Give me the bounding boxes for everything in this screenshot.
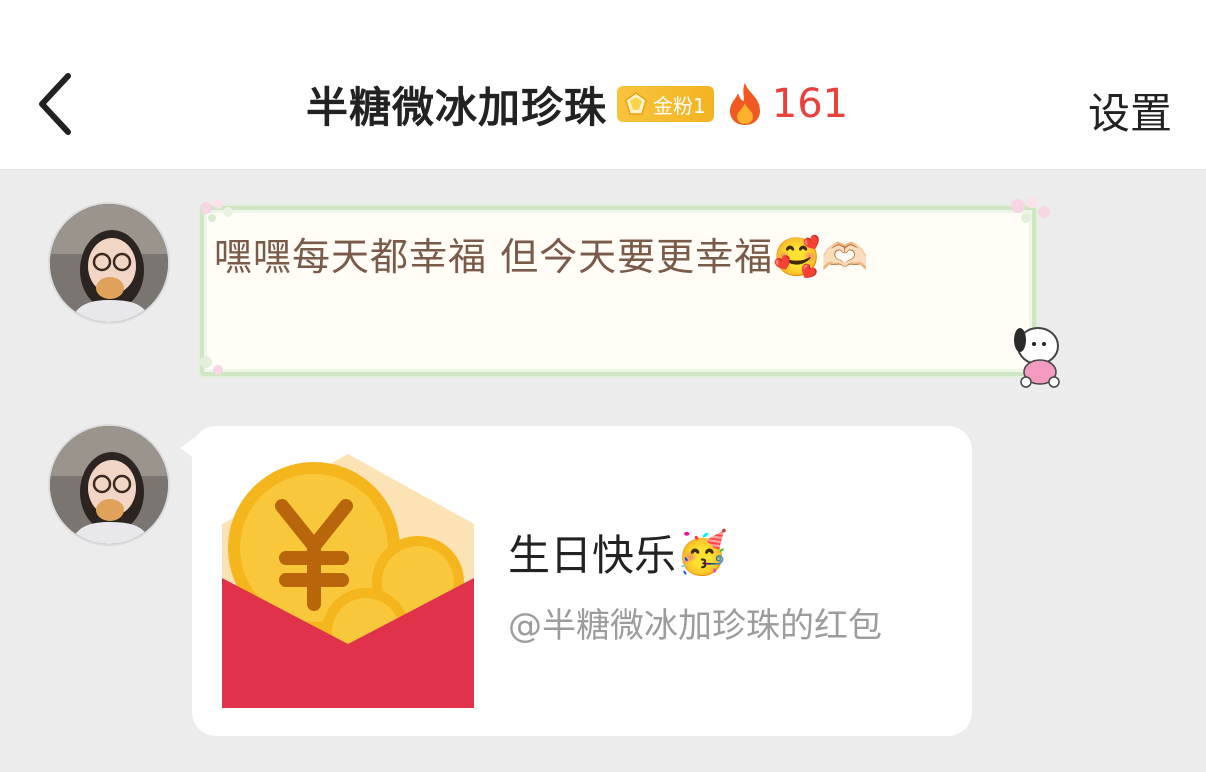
red-packet-title-text: 生日快乐 (508, 531, 677, 580)
back-button[interactable] (28, 66, 88, 142)
red-packet-icon (222, 454, 474, 708)
party-face-emoji: 🥳 (676, 527, 729, 577)
chat-header: 半糖微冰加珍珠 金粉1 161 设置 (0, 0, 1206, 170)
chevron-left-icon (39, 73, 71, 135)
fire-count: 161 (771, 81, 849, 127)
red-packet-title: 生日快乐 🥳 (508, 522, 728, 583)
bubble-tail (180, 438, 194, 458)
fan-level-text: 金粉1 (653, 93, 706, 118)
fan-level-badge: 金粉1 (617, 86, 714, 122)
red-packet-subtitle: @半糖微冰加珍珠的红包 (508, 606, 882, 646)
flower-decoration-icon (200, 356, 223, 375)
message-text: 嘿嘿每天都幸福 但今天要更幸福🥰🫶🏻 (214, 235, 870, 279)
avatar[interactable] (48, 424, 170, 546)
gem-icon (625, 92, 647, 115)
fire-icon (729, 83, 760, 125)
message-bubble-text[interactable]: 嘿嘿每天都幸福 但今天要更幸福🥰🫶🏻 (192, 196, 1060, 388)
chat-title-group: 半糖微冰加珍珠 金粉1 161 (306, 76, 848, 132)
avatar[interactable] (48, 202, 170, 324)
avatar-photo-icon (50, 426, 168, 544)
settings-button[interactable]: 设置 (1088, 80, 1172, 141)
chat-title: 半糖微冰加珍珠 (306, 82, 608, 132)
avatar-photo-icon (50, 204, 168, 322)
flower-decoration-icon (1011, 196, 1050, 223)
chat-screen: 半糖微冰加珍珠 金粉1 161 设置 嘿嘿每天都幸福 但今天要更幸福🥰🫶🏻 生日… (0, 0, 1206, 772)
red-packet-message[interactable]: 生日快乐 🥳 @半糖微冰加珍珠的红包 (180, 426, 972, 736)
pochacco-sticker-icon (1014, 327, 1060, 388)
